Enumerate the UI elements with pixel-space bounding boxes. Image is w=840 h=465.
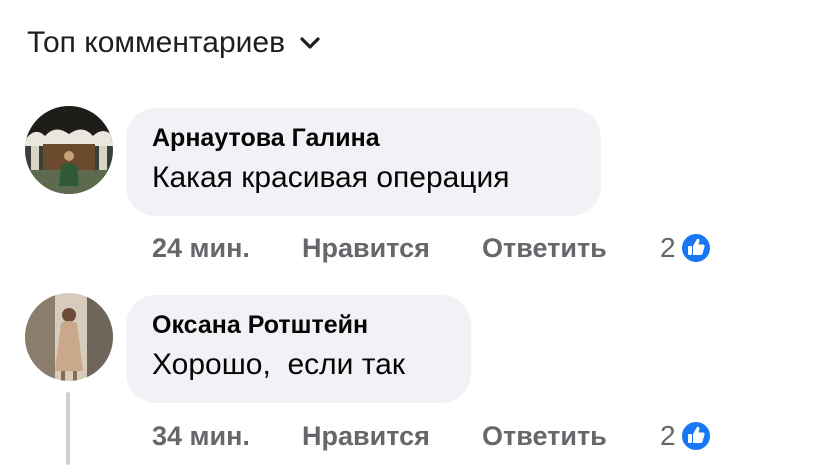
comment-author[interactable]: Арнаутова Галина (152, 124, 573, 153)
comment-bubble: Оксана Ротштейн Хорошо, если так (126, 295, 471, 403)
reaction-count: 2 (660, 232, 676, 263)
comment-time[interactable]: 24 мин. (152, 233, 302, 264)
reaction-summary[interactable]: 2 (660, 232, 712, 264)
thumbs-up-icon (679, 232, 712, 264)
avatar[interactable] (25, 106, 113, 194)
reaction-summary[interactable]: 2 (660, 420, 712, 452)
comment-text: Какая красивая операция (152, 161, 510, 194)
comment-actions: 34 мин. Нравится Ответить 2 (152, 420, 712, 452)
comment-text: Хорошо, если так (152, 348, 405, 381)
reaction-count: 2 (660, 420, 676, 451)
like-button[interactable]: Нравится (302, 421, 482, 452)
comment-time[interactable]: 34 мин. (152, 421, 302, 452)
comment-bubble: Арнаутова Галина Какая красивая операция (126, 108, 601, 216)
reply-button[interactable]: Ответить (482, 421, 660, 452)
sort-label: Топ комментариев (27, 26, 286, 59)
sort-dropdown[interactable]: Топ комментариев (27, 26, 321, 60)
chevron-down-icon (300, 37, 320, 49)
reply-button[interactable]: Ответить (482, 233, 660, 264)
avatar-image (25, 106, 113, 194)
comment-actions: 24 мин. Нравится Ответить 2 (152, 232, 712, 264)
like-button[interactable]: Нравится (302, 233, 482, 264)
thread-line (66, 392, 70, 465)
thumbs-up-icon (679, 420, 712, 452)
avatar[interactable] (25, 293, 113, 381)
avatar-image (25, 293, 113, 381)
comment-author[interactable]: Оксана Ротштейн (152, 311, 443, 340)
